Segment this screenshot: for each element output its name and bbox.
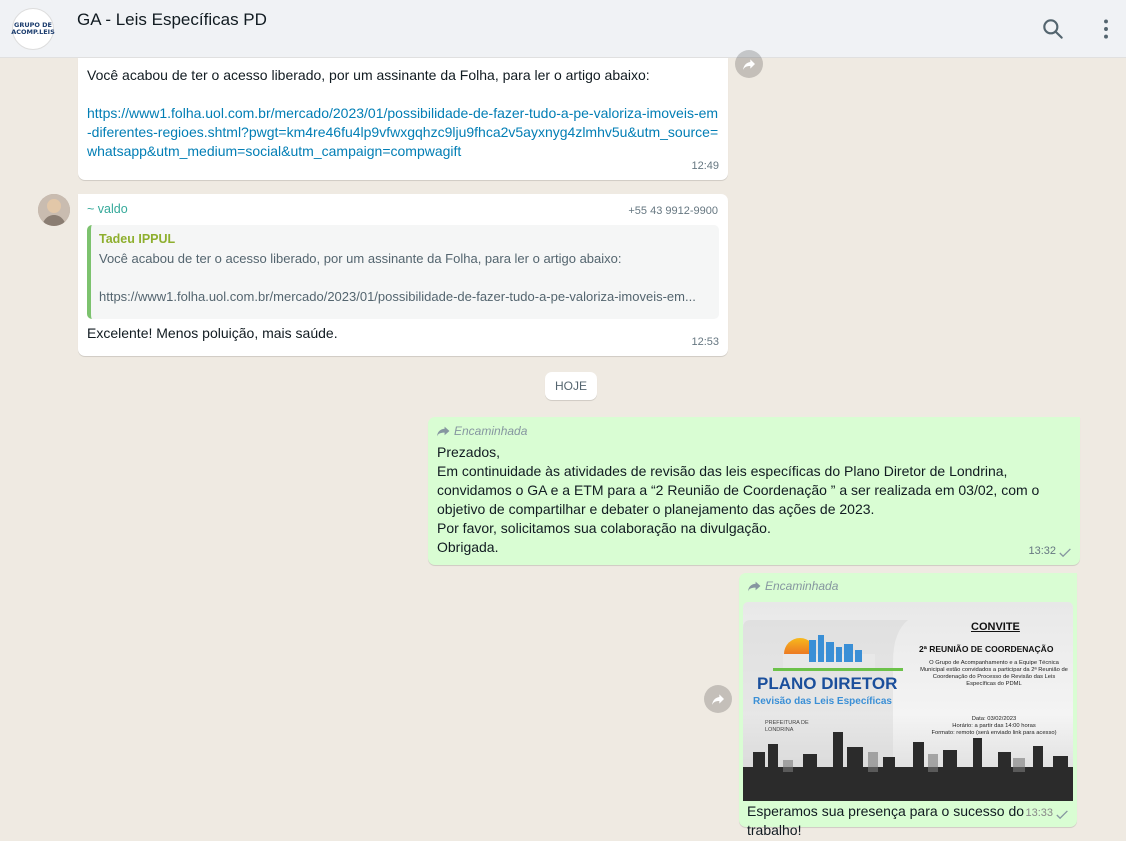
invitation-image[interactable]: PLANO DIRETOR Revisão das Leis Específic… [743, 602, 1073, 807]
forwarded-label-text: Encaminhada [454, 424, 528, 438]
message-text: Excelente! Menos poluição, mais saúde. [87, 325, 338, 341]
logo-subtitle: Revisão das Leis Específicas [753, 696, 892, 707]
sent-check-icon [1056, 810, 1068, 820]
chat-header: GRUPO DE ACOMP.LEIS GA - Leis Específica… [0, 0, 1126, 58]
forwarded-label: Encaminhada [743, 577, 1073, 596]
invite-subheading: 2ª REUNIÃO DE COORDENAÇÃO [919, 644, 1054, 654]
image-caption: Esperamos sua presença para o sucesso do… [743, 801, 1073, 838]
forwarded-icon [748, 581, 761, 592]
message-link[interactable]: https://www1.folha.uol.com.br/mercado/20… [87, 104, 719, 161]
message-bubble[interactable]: Encaminhada Prezados, Em continuidade às… [428, 417, 1080, 565]
sender-name[interactable]: ~ valdo [87, 200, 719, 219]
quote-author: Tadeu IPPUL [99, 232, 176, 246]
prefeitura-logo-text: PREFEITURA DE LONDRINA [765, 720, 809, 733]
message-bubble[interactable]: ~ valdo +55 43 9912-9900 Tadeu IPPUL Voc… [78, 194, 728, 356]
message-time: 13:33 [1025, 807, 1053, 819]
chat-area: Você acabou de ter o acesso liberado, po… [0, 50, 1126, 841]
invite-heading: CONVITE [971, 621, 1020, 633]
forwarded-label: Encaminhada [437, 422, 1071, 441]
user-avatar[interactable] [38, 194, 70, 226]
invite-body: O Grupo de Acompanhamento e a Equipe Téc… [920, 660, 1068, 687]
quoted-message[interactable]: Tadeu IPPUL Você acabou de ter o acesso … [87, 225, 719, 319]
group-avatar-text-2: ACOMP.LEIS [11, 28, 55, 36]
invite-format: Formato: remoto (será enviado link para … [931, 730, 1057, 736]
image-message-bubble[interactable]: Encaminhada PLANO DIRETOR Revisão das Le… [739, 573, 1077, 838]
group-avatar[interactable]: GRUPO DE ACOMP.LEIS [11, 8, 55, 50]
sent-check-icon [1059, 548, 1071, 558]
message-text: Você acabou de ter o acesso liberado, po… [87, 67, 650, 83]
sender-phone: +55 43 9912-9900 [628, 205, 718, 217]
menu-icon[interactable] [1093, 16, 1119, 42]
message-time: 12:53 [691, 336, 719, 348]
quote-link: https://www1.folha.uol.com.br/mercado/20… [99, 289, 696, 304]
message-text: Prezados, Em continuidade às atividades … [437, 444, 1040, 555]
forwarded-icon [437, 426, 450, 437]
message-time: 13:32 [1028, 545, 1056, 557]
chat-title[interactable]: GA - Leis Específicas PD [77, 10, 267, 30]
forward-icon[interactable] [704, 685, 732, 713]
message-bubble[interactable]: Você acabou de ter o acesso liberado, po… [78, 58, 728, 180]
forward-icon[interactable] [735, 50, 763, 78]
date-divider: HOJE [545, 372, 597, 400]
message-time: 12:49 [691, 160, 719, 172]
forwarded-label-text: Encaminhada [765, 579, 839, 593]
search-icon[interactable] [1040, 16, 1066, 42]
quote-text: Você acabou de ter o acesso liberado, po… [99, 251, 622, 266]
logo-title: PLANO DIRETOR [757, 674, 898, 693]
